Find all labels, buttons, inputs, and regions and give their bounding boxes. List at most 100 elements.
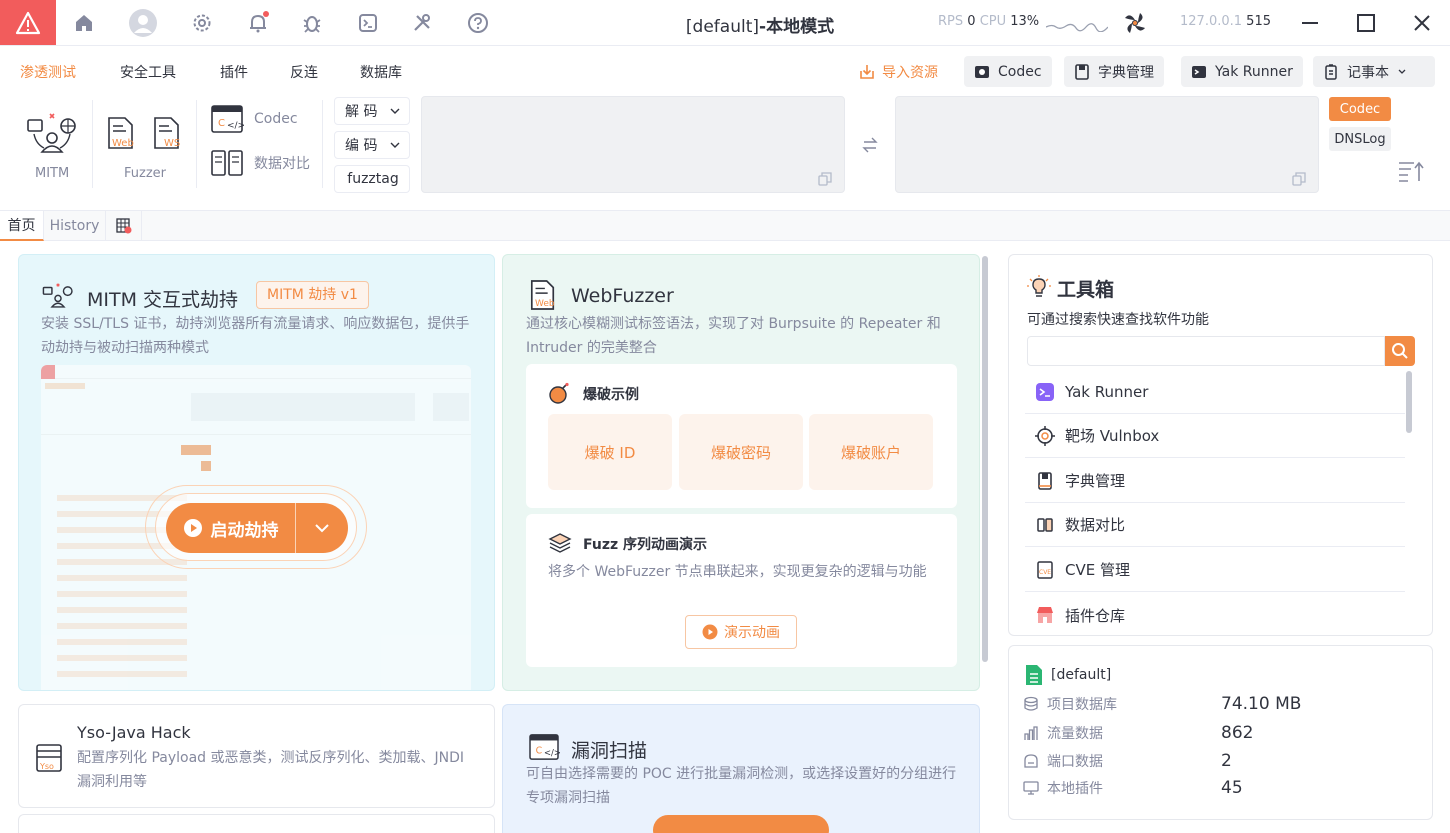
stat-label: 本地插件 [1047, 781, 1103, 797]
yso-card-title: Yso-Java Hack [77, 723, 191, 742]
cve-icon: CVE [1037, 560, 1053, 579]
swap-icon[interactable] [862, 136, 878, 154]
decode-select[interactable]: 解 码 [334, 97, 410, 125]
stat-label: 端口数据 [1047, 754, 1103, 770]
fuzztag-button[interactable]: fuzztag [334, 165, 410, 193]
svg-text:C: C [536, 746, 543, 757]
menu-item-security-tools[interactable]: 安全工具 [120, 62, 176, 82]
bug-icon[interactable] [298, 9, 326, 37]
burst-password-button[interactable]: 爆破密码 [679, 414, 803, 490]
bell-icon[interactable] [244, 9, 272, 37]
close-icon[interactable] [1408, 9, 1436, 37]
toolbox-item-label: 字典管理 [1065, 472, 1126, 490]
menu-item-plugins[interactable]: 插件 [220, 62, 248, 82]
stat-local-plugins: 本地插件 45 [1023, 775, 1413, 801]
toolbox-item-cve[interactable]: CVE CVE 管理 [1025, 548, 1405, 592]
yak-runner-button[interactable]: Yak Runner [1181, 56, 1303, 87]
notepad-button[interactable]: 记事本 [1313, 56, 1435, 87]
import-resource-button[interactable]: 导入资源 [858, 62, 938, 82]
notepad-button-label: 记事本 [1347, 64, 1389, 81]
fuzz-sequence-description: 将多个 WebFuzzer 节点串联起来，实现更复杂的逻辑与功能 [548, 564, 927, 580]
import-icon [860, 65, 874, 79]
tab-history[interactable]: History [44, 211, 106, 241]
codec-tag[interactable]: Codec [1329, 97, 1391, 121]
toolbox-subtitle: 可通过搜索快速查找软件功能 [1027, 312, 1209, 328]
dictionary-button[interactable]: 字典管理 [1064, 56, 1164, 87]
codec-output-area[interactable] [895, 96, 1319, 193]
toolbox-search-button[interactable] [1385, 336, 1415, 366]
menu-item-database[interactable]: 数据库 [360, 62, 402, 82]
toolbox-item-plugin-store[interactable]: 插件仓库 [1025, 593, 1405, 635]
codec-tool-label: Codec [254, 111, 298, 127]
chevron-down-icon [390, 142, 400, 148]
tab-table-icon-button[interactable] [106, 211, 142, 241]
ws-fuzzer-tool[interactable]: WS [152, 116, 182, 150]
codec-input-area[interactable] [421, 96, 845, 193]
toolbox-scrollbar[interactable] [1406, 371, 1412, 433]
toolbox-item-vulnbox[interactable]: 靶场 Vulnbox [1025, 414, 1405, 458]
demo-animation-label: 演示动画 [724, 625, 780, 641]
play-icon [702, 624, 718, 640]
copy-icon[interactable] [818, 172, 832, 186]
svg-text:CVE: CVE [1039, 569, 1051, 576]
codec-button[interactable]: Codec [964, 56, 1052, 87]
mitm-tool[interactable] [24, 110, 80, 158]
toolbox-search-input[interactable] [1027, 336, 1385, 366]
web-document-icon: Web [529, 279, 557, 311]
maximize-icon[interactable] [1352, 9, 1380, 37]
start-hijack-button[interactable]: 启动劫持 [166, 503, 348, 553]
home-icon[interactable] [70, 9, 98, 37]
stat-project-db: 项目数据库 74.10 MB [1023, 691, 1413, 717]
menu-item-pentest[interactable]: 渗透测试 [20, 62, 76, 82]
sort-icon[interactable] [1398, 160, 1424, 182]
stat-value: 862 [1221, 723, 1254, 743]
copy-icon[interactable] [1292, 172, 1306, 186]
table-icon [115, 218, 131, 234]
lightbulb-icon [1027, 275, 1051, 297]
gear-icon[interactable] [188, 9, 216, 37]
toolbox-item-label: CVE 管理 [1065, 561, 1130, 579]
yso-java-card[interactable]: Yso Yso-Java Hack 配置序列化 Payload 或恶意类，测试反… [18, 704, 495, 808]
svg-text:</>: </> [227, 121, 244, 131]
compare-tool[interactable]: 数据对比 [210, 148, 310, 178]
fuzztag-label: fuzztag [347, 171, 399, 187]
demo-animation-button[interactable]: 演示动画 [685, 615, 797, 649]
burst-example-title: 爆破示例 [583, 387, 639, 403]
minimize-icon[interactable] [1296, 9, 1324, 37]
menu-item-reverse[interactable]: 反连 [290, 62, 318, 82]
search-icon [1392, 343, 1408, 359]
avatar[interactable] [128, 8, 158, 38]
burst-example-panel: 爆破示例 爆破 ID 爆破密码 爆破账户 [526, 364, 957, 508]
mitm-card[interactable]: MITM 交互式劫持 MITM 劫持 v1 安装 SSL/TLS 证书，劫持浏览… [18, 254, 495, 691]
toolbox-item-compare[interactable]: 数据对比 [1025, 503, 1405, 547]
codec-tool[interactable]: C </> Codec [210, 104, 298, 134]
import-resource-label: 导入资源 [882, 65, 938, 81]
toolbox-item-yak-runner[interactable]: Yak Runner [1025, 370, 1405, 414]
encode-select[interactable]: 编 码 [334, 131, 410, 159]
vuln-scan-card[interactable]: C </> 漏洞扫描 可自由选择需要的 POC 进行批量漏洞检测，或选择设置好的分… [502, 704, 980, 833]
stat-value: 2 [1221, 751, 1232, 771]
toolbox-title: 工具箱 [1057, 279, 1115, 301]
start-hijack-dropdown[interactable] [296, 503, 348, 553]
webfuzzer-card[interactable]: Web WebFuzzer 通过核心模糊测试标签语法，实现了对 Burpsuit… [502, 254, 980, 691]
window-title: [default]-本地模式 [685, 17, 835, 37]
tools-icon[interactable] [408, 9, 436, 37]
tab-home[interactable]: 首页 [0, 211, 44, 241]
ws-label: WS [164, 138, 181, 149]
bar-chart-icon [1024, 726, 1038, 740]
start-scan-button[interactable] [653, 815, 829, 833]
dnslog-tag[interactable]: DNSLog [1329, 127, 1391, 151]
encode-select-label: 编 码 [345, 138, 378, 154]
help-icon[interactable] [464, 9, 492, 37]
main-scrollbar[interactable] [982, 256, 988, 662]
start-hijack-label: 启动劫持 [210, 520, 279, 541]
app-logo[interactable] [0, 0, 56, 45]
burst-id-button[interactable]: 爆破 ID [548, 414, 672, 490]
burst-account-button[interactable]: 爆破账户 [809, 414, 933, 490]
toolbox-item-dictionary[interactable]: 字典管理 [1025, 459, 1405, 503]
web-fuzzer-tool[interactable]: Web [106, 116, 136, 150]
terminal-icon[interactable] [354, 9, 382, 37]
svg-text:</>: </> [544, 747, 560, 757]
port-icon [1024, 754, 1038, 768]
compare-icon [211, 150, 243, 176]
